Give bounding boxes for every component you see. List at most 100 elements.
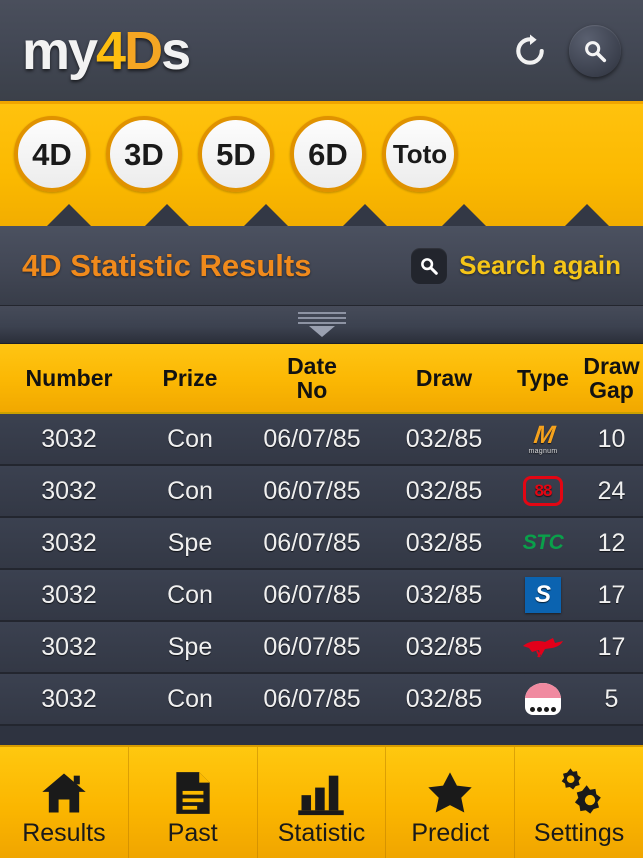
bar-chart-icon <box>292 759 350 819</box>
table-row[interactable]: 3032 Con 06/07/85 032/85 88 24 <box>0 466 643 518</box>
cell-prize: Con <box>167 580 213 609</box>
cell-number: 3032 <box>41 476 97 505</box>
cell-date-no: 06/07/85 <box>263 632 361 661</box>
cell-number: 3032 <box>41 528 97 557</box>
notch-3 <box>244 204 288 226</box>
table-row[interactable]: 3032 Spe 06/07/85 032/85 STC 12 <box>0 518 643 570</box>
tab-5d-label: 5D <box>216 136 256 172</box>
column-header-date-no: Date No <box>242 354 382 402</box>
cell-date-no: 06/07/85 <box>263 476 361 505</box>
cell-number: 3032 <box>41 580 97 609</box>
cell-prize: Con <box>167 424 213 453</box>
gears-icon <box>550 759 608 819</box>
tab-5d[interactable]: 5D <box>198 116 274 192</box>
refresh-button[interactable] <box>509 30 551 72</box>
nav-label-results: Results <box>22 819 106 847</box>
cell-number: 3032 <box>41 424 97 453</box>
refresh-icon <box>516 34 544 65</box>
results-table-body: 3032 Con 06/07/85 032/85 Mmagnum 10 3032 Con 06/… <box>0 414 643 726</box>
cell-type <box>506 622 580 672</box>
column-header-gap-line1: Draw <box>583 352 640 379</box>
cell-number: 3032 <box>41 684 97 713</box>
cell-draw-gap: 17 <box>597 632 626 661</box>
column-header-draw: Draw <box>415 364 473 391</box>
nav-item-statistic[interactable]: Statistic <box>258 747 387 858</box>
cell-draw: 032/85 <box>405 632 483 661</box>
search-icon <box>421 257 438 275</box>
game-type-tabs: 4D 3D 5D 6D Toto <box>0 104 643 226</box>
cell-type: STC <box>506 518 580 568</box>
table-row[interactable]: 3032 Con 06/07/85 032/85 Mmagnum 10 <box>0 414 643 466</box>
home-icon <box>35 759 93 819</box>
app-logo: my4Ds <box>22 20 191 81</box>
cell-draw: 032/85 <box>405 684 483 713</box>
column-header-number: Number <box>25 364 113 391</box>
nav-item-results[interactable]: Results <box>0 747 129 858</box>
column-header-prize: Prize <box>162 364 218 391</box>
search-again-button[interactable]: Search again <box>411 247 621 284</box>
cell-draw: 032/85 <box>405 476 483 505</box>
notch-6 <box>565 204 609 226</box>
nav-item-past[interactable]: Past <box>129 747 258 858</box>
table-row[interactable]: 3032 Con 06/07/85 032/85 5 <box>0 674 643 726</box>
cell-draw-gap: 5 <box>604 684 619 713</box>
cell-prize: Con <box>167 684 213 713</box>
results-title-bar: 4D Statistic Results Search again <box>0 226 643 306</box>
cell-prize: Spe <box>167 632 213 661</box>
column-header-type: Type <box>517 364 569 391</box>
notch-5 <box>442 204 486 226</box>
sabah88-logo-icon: S <box>525 577 561 613</box>
notch-4 <box>343 204 387 226</box>
panel-collapse-handle[interactable] <box>0 306 643 344</box>
tab-4d-label: 4D <box>32 136 72 172</box>
tab-toto[interactable]: Toto <box>382 116 458 192</box>
tab-3d[interactable]: 3D <box>106 116 182 192</box>
app-root: my4Ds 4D 3D 5D 6D Toto 4D Statistic Resu… <box>0 0 643 858</box>
cell-type: 88 <box>506 466 580 516</box>
magnum-logo-icon: Mmagnum <box>528 421 558 455</box>
tab-3d-label: 3D <box>124 136 164 172</box>
cell-date-no: 06/07/85 <box>263 424 361 453</box>
nav-item-settings[interactable]: Settings <box>515 747 643 858</box>
sandakan-logo-icon <box>525 683 561 715</box>
cell-prize: Con <box>167 476 213 505</box>
tab-4d[interactable]: 4D <box>14 116 90 192</box>
cell-draw-gap: 10 <box>597 424 626 453</box>
cell-date-no: 06/07/85 <box>263 528 361 557</box>
tab-6d[interactable]: 6D <box>290 116 366 192</box>
damacai-logo-icon: 88 <box>523 476 563 506</box>
cell-draw-gap: 24 <box>597 476 626 505</box>
tab-toto-label: Toto <box>392 139 448 169</box>
notch-1 <box>47 204 91 226</box>
search-again-icon-box <box>411 247 448 284</box>
header-search-button[interactable] <box>569 24 621 77</box>
nav-item-predict[interactable]: Predict <box>386 747 516 858</box>
cell-draw-gap: 17 <box>597 580 626 609</box>
tab-6d-label: 6D <box>308 136 348 172</box>
results-table-header: Number Prize Date No Draw Type Draw Gap <box>0 344 643 414</box>
document-icon <box>168 759 218 819</box>
cell-date-no: 06/07/85 <box>263 580 361 609</box>
column-header-draw-gap: Draw Gap <box>580 354 643 402</box>
nav-label-past: Past <box>167 819 218 847</box>
table-row[interactable]: 3032 Spe 06/07/85 032/85 17 <box>0 622 643 674</box>
cell-date-no: 06/07/85 <box>263 684 361 713</box>
stc-logo-icon: STC <box>522 531 564 554</box>
search-icon <box>585 40 607 62</box>
bottom-navigation: Results Past Statistic Predict Settings <box>0 745 643 858</box>
cell-type <box>506 674 580 724</box>
logo-part-s: s <box>161 20 191 81</box>
logo-part-my: my <box>22 20 98 81</box>
notch-2 <box>145 204 189 226</box>
table-row[interactable]: 3032 Con 06/07/85 032/85 S 17 <box>0 570 643 622</box>
cell-number: 3032 <box>41 632 97 661</box>
handle-grip-lines <box>297 312 346 324</box>
logo-part-d: D <box>124 20 163 81</box>
column-header-date-line2: No <box>296 377 328 403</box>
page-title: 4D Statistic Results <box>22 247 312 283</box>
cell-draw-gap: 12 <box>597 528 626 557</box>
cell-draw: 032/85 <box>405 528 483 557</box>
column-header-date-line1: Date <box>287 352 337 379</box>
nav-label-settings: Settings <box>533 819 625 847</box>
column-header-gap-line2: Gap <box>589 377 634 403</box>
